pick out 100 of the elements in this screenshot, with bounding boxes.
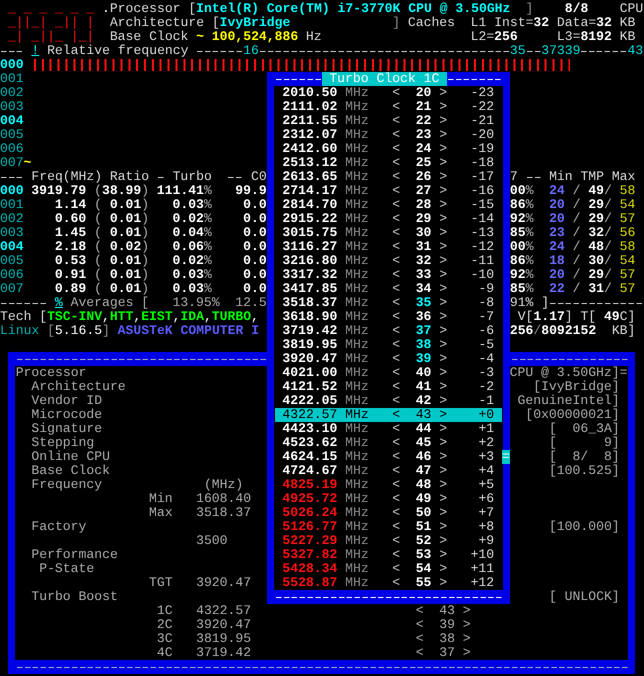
min-temperature: 24 [549,184,565,198]
logo-art: _ _ _ _ _ _ [8,2,94,16]
menu-item[interactable]: 3317.32 MHz < 33 > -10 [274,268,502,282]
menu-item[interactable]: 2312.07 MHz < 23 > -20 [274,128,502,142]
increase-arrow: > [439,562,448,576]
menu-item[interactable]: 4523.62 MHz < 45 > +2 [274,436,502,450]
decrease-arrow: < [392,450,400,464]
increase-arrow: > [439,128,448,142]
field-value: GenuineIntel] [518,394,620,408]
ratio-value: 42 [416,394,432,408]
unit-label: MHz [345,86,369,100]
average-value: 91% [510,296,534,310]
menu-item[interactable]: 4925.72 MHz < 49 > +6 [274,492,502,506]
menu-item[interactable]: 3116.27 MHz < 31 > -12 [274,240,502,254]
menu-item[interactable]: 3216.80 MHz < 32 > -11 [274,254,502,268]
ratio-value: 45 [416,436,432,450]
scale-label: 43 [628,44,644,58]
unit-label: KB] [612,324,636,338]
ratio-value: ( 0.01) [94,268,150,282]
menu-item[interactable]: 4222.05 MHz < 42 > -1 [274,394,502,408]
frequency-value: 5327.82 [282,548,338,562]
menu-item[interactable]: 3819.95 MHz < 38 > -5 [274,338,502,352]
core-id: 006 [0,142,24,156]
cache-size: 32 [596,16,612,30]
decrease-arrow: < [392,492,400,506]
toggle-link[interactable]: % [54,296,63,310]
menu-item[interactable]: 2211.55 MHz < 22 > -21 [274,114,502,128]
c7-percent: 00% [510,184,534,198]
ratio-value: ( 0.01) [94,212,150,226]
menu-item[interactable]: 4423.10 MHz < 44 > +1 [274,422,502,436]
menu-item[interactable]: 5026.24 MHz < 50 > +7 [274,506,502,520]
scale-label: 16 [243,44,259,58]
row-label: TGT [148,576,173,590]
max-temperature: 58 [620,240,636,254]
increase-arrow: > [439,170,448,184]
menu-item[interactable]: 5227.29 MHz < 52 > +9 [274,534,502,548]
menu-item[interactable]: 4121.52 MHz < 41 > -2 [274,380,502,394]
menu-item[interactable]: 5528.87 MHz < 55 > +12 [274,576,502,590]
min-temperature: 20 [549,212,565,226]
core-id: 001 [0,72,24,86]
increase-arrow: > [439,576,448,590]
menu-item[interactable]: 2714.17 MHz < 27 > -16 [274,184,502,198]
decrease-arrow: < [392,366,400,380]
base-clock-value: 100,524,886 [212,30,298,44]
c0-percent: 0.0 [243,282,267,296]
menu-item[interactable]: 4724.67 MHz < 47 > +4 [274,464,502,478]
feature-name: IDA [180,310,204,324]
unit-label: MHz [345,338,369,352]
decrease-arrow: < [392,324,400,338]
menu-item[interactable]: 3719.42 MHz < 37 > -6 [274,324,502,338]
offset-value: -12 [470,240,494,254]
menu-item[interactable]: 2010.50 MHz < 20 > -23 [274,86,502,100]
decrease-arrow: < [392,100,400,114]
menu-item[interactable]: 3920.47 MHz < 39 > -4 [274,352,502,366]
menu-item[interactable]: 3518.37 MHz < 35 > -8 [274,296,502,310]
decrease-arrow: < [392,240,400,254]
decrease-arrow: < [392,86,400,100]
frequency-value: 3719.42 [282,324,338,338]
menu-item[interactable]: 5428.34 MHz < 54 > +11 [274,562,502,576]
menu-item[interactable]: 5327.82 MHz < 53 > +10 [274,548,502,562]
menu-item[interactable]: 3417.85 MHz < 34 > -9 [274,282,502,296]
voltage-value: 1.17 [533,310,565,324]
menu-item[interactable]: 2613.65 MHz < 26 > -17 [274,170,502,184]
temperature: / 48/ [572,240,612,254]
menu-item[interactable]: 5126.77 MHz < 51 > +8 [274,520,502,534]
min-temperature: 23 [549,226,565,240]
closing-bracket: ] [564,310,573,324]
ratio-value: 33 [416,268,432,282]
unit-label: MHz [345,366,369,380]
menu-item[interactable]: 4322.57 MHz < 43 > +0 [274,408,502,422]
feature-name: HTT [110,310,134,324]
menu-item[interactable]: 3618.90 MHz < 36 > -7 [274,310,502,324]
menu-item[interactable]: 4825.19 MHz < 48 > +5 [274,478,502,492]
menu-item[interactable]: 2513.12 MHz < 25 > -18 [274,156,502,170]
info-link[interactable]: ! [31,44,40,58]
increase-arrow: > [439,548,448,562]
unit-label: MHz [345,240,369,254]
row-label: 2C [156,618,173,632]
ratio-value: 43 [439,604,455,618]
averages-label: Averages [ [70,296,150,310]
decrease-arrow: < [392,282,400,296]
max-temperature: 58 [620,184,636,198]
separator: , [204,310,212,324]
menu-item[interactable]: 2111.02 MHz < 21 > -22 [274,100,502,114]
menu-item[interactable]: 4624.15 MHz < 46 > +3 [274,450,502,464]
menu-item[interactable]: 2412.60 MHz < 24 > -19 [274,142,502,156]
decrease-arrow: < [392,310,400,324]
core-id: 001 [0,198,24,212]
core-id: 005 [0,254,24,268]
decrease-arrow: < [392,254,400,268]
menu-item[interactable]: 4021.00 MHz < 40 > -3 [274,366,502,380]
frequency-value: 3920.47 [282,352,338,366]
frequency-value: 2915.22 [282,212,338,226]
offset-value: -11 [470,254,494,268]
closing-bracket: ] [526,2,534,16]
frequency-value: 5227.29 [282,534,338,548]
field-label: Base Clock [110,30,188,44]
menu-item[interactable]: 2814.70 MHz < 28 > -15 [274,198,502,212]
menu-item[interactable]: 3015.75 MHz < 30 > -13 [274,226,502,240]
menu-item[interactable]: 2915.22 MHz < 29 > -14 [274,212,502,226]
